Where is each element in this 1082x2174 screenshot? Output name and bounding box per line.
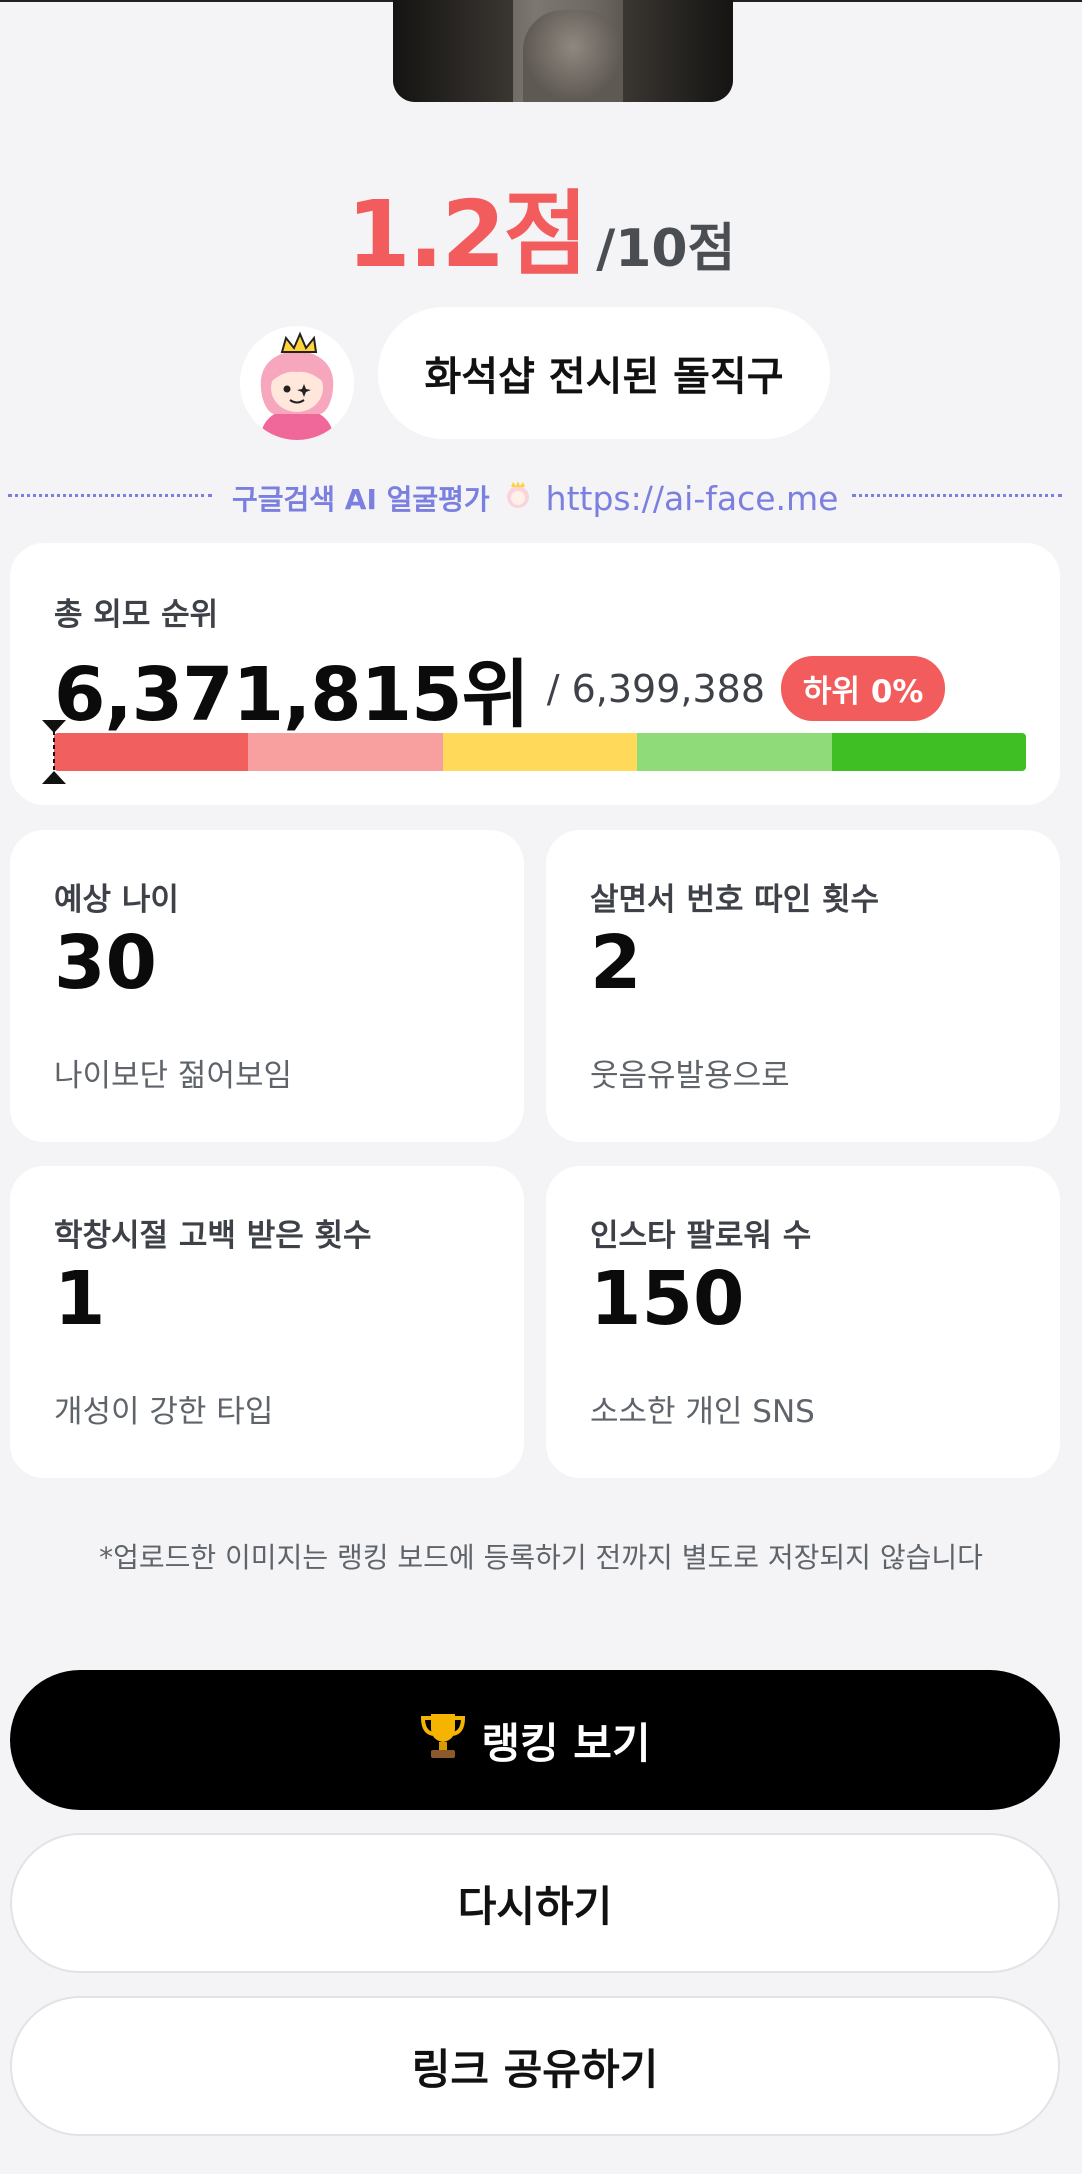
stat-value: 150 [590, 1256, 745, 1342]
ranking-value: 6,371,815위 [54, 652, 530, 738]
ranking-bar-segment [54, 733, 249, 771]
promo-banner: 구글검색 AI 얼굴평가 https://ai-face.me [0, 470, 1082, 520]
ranking-bar-segment [442, 733, 638, 771]
princess-mascot-icon [240, 326, 354, 440]
stat-note: 개성이 강한 타입 [54, 1394, 274, 1430]
ranking-card: 총 외모 순위 6,371,815위 / 6,399,388 하위 0% [10, 543, 1060, 805]
trophy-icon [419, 1710, 467, 1770]
result-comment-bubble: 화석샵 전시된 돌직구 [378, 307, 830, 439]
promo-divider-left [8, 494, 212, 497]
promo-mascot-icon [502, 479, 534, 518]
score-value: 1.2점 [346, 181, 589, 288]
ranking-bar-segment [831, 733, 1026, 771]
promo-text: 구글검색 AI 얼굴평가 [232, 483, 490, 516]
promo-url-link[interactable]: https://ai-face.me [546, 479, 839, 518]
stat-note: 나이보단 젊어보임 [54, 1058, 293, 1094]
stat-card-age: 예상 나이 30 나이보단 젊어보임 [10, 830, 524, 1142]
ranking-bar-segment [637, 733, 832, 771]
privacy-disclaimer: *업로드한 이미지는 랭킹 보드에 등록하기 전까지 별도로 저장되지 않습니다 [99, 1541, 983, 1574]
stat-label: 살면서 번호 따인 횟수 [590, 882, 880, 918]
stat-label: 인스타 팔로워 수 [590, 1218, 812, 1254]
retry-button[interactable]: 다시하기 [10, 1833, 1060, 1973]
ranking-progress-bar [54, 733, 1026, 771]
view-ranking-button[interactable]: 랭킹 보기 [10, 1670, 1060, 1810]
ranking-total: / 6,399,388 [546, 666, 766, 711]
ranking-bar-segment [248, 733, 443, 771]
promo-divider-right [852, 494, 1062, 497]
stat-card-number-asked: 살면서 번호 따인 횟수 2 웃음유발용으로 [546, 830, 1060, 1142]
stat-label: 예상 나이 [54, 882, 179, 918]
stat-note: 웃음유발용으로 [590, 1058, 790, 1094]
share-link-label: 링크 공유하기 [411, 2044, 659, 2094]
result-comment: 화석샵 전시된 돌직구 [424, 354, 784, 400]
stat-note: 소소한 개인 SNS [590, 1394, 815, 1430]
score-total: /10점 [596, 219, 736, 279]
share-link-button[interactable]: 링크 공유하기 [10, 1996, 1060, 2136]
uploaded-face-photo [393, 0, 733, 102]
retry-label: 다시하기 [457, 1881, 613, 1931]
stat-label: 학창시절 고백 받은 횟수 [54, 1218, 372, 1254]
stat-value: 2 [590, 920, 642, 1006]
ranking-label: 총 외모 순위 [54, 597, 219, 633]
stat-value: 1 [54, 1256, 106, 1342]
stat-card-followers: 인스타 팔로워 수 150 소소한 개인 SNS [546, 1166, 1060, 1478]
stat-card-confessions: 학창시절 고백 받은 횟수 1 개성이 강한 타입 [10, 1166, 524, 1478]
view-ranking-label: 랭킹 보기 [481, 1718, 651, 1768]
percentile-badge: 하위 0% [781, 656, 946, 721]
stat-value: 30 [54, 920, 157, 1006]
score-display: 1.2점/10점 [0, 160, 1082, 293]
ranking-position-marker-icon [41, 719, 67, 785]
